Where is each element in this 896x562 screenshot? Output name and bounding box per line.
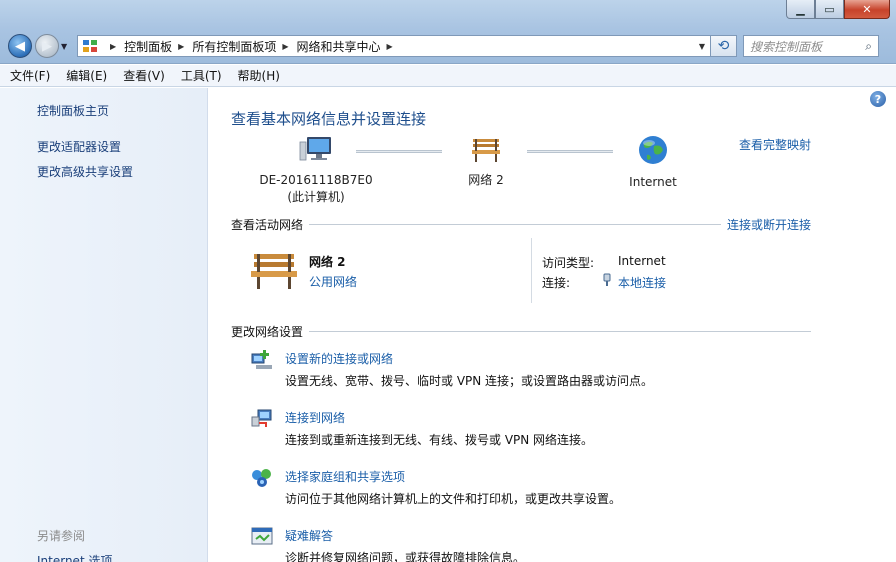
network-node[interactable]: 网络 2 (446, 134, 526, 189)
breadcrumb-label: 所有控制面板项 (192, 39, 277, 54)
chevron-right-icon: ▶ (282, 41, 289, 51)
task-troubleshoot-link[interactable]: 疑难解答 (285, 527, 333, 544)
menu-file[interactable]: 文件(F) (10, 67, 50, 84)
address-history-dropdown[interactable]: ▼ (694, 42, 710, 51)
network-type-link[interactable]: 公用网络 (309, 273, 357, 290)
help-icon[interactable]: ? (870, 91, 886, 107)
section-change-settings: 更改网络设置 (231, 323, 811, 340)
internet-node[interactable]: Internet (613, 134, 693, 191)
globe-icon (639, 136, 667, 164)
sidebar-link-adapter-settings[interactable]: 更改适配器设置 (37, 138, 121, 155)
connection-line (356, 150, 442, 153)
homegroup-icon (252, 469, 271, 487)
active-network-name: 网络 2 (309, 255, 346, 269)
connect-disconnect-link[interactable]: 连接或断开连接 (727, 216, 811, 233)
menu-bar: 文件(F) 编辑(E) 查看(V) 工具(T) 帮助(H) (0, 65, 896, 87)
breadcrumb-control-panel[interactable]: 控制面板 ▶ (124, 38, 192, 55)
sidebar-link-internet-options[interactable]: Internet 选项 (37, 552, 112, 562)
maximize-icon: ▭ (824, 2, 835, 16)
window-chrome: ▁ ▭ ✕ ◀ ▶ ▼ ▶ 控制面板 ▶ 所有控制面板项 ▶ 网络和共享中心 ▶… (0, 0, 896, 64)
arrow-left-icon: ◀ (15, 38, 25, 54)
main-content: ? 查看基本网络信息并设置连接 查看完整映射 DE-20161118B7E0 (… (208, 88, 896, 562)
access-type-label: 访问类型: (542, 256, 595, 270)
maximize-button[interactable]: ▭ (815, 0, 844, 19)
ethernet-icon (603, 273, 611, 286)
close-icon: ✕ (862, 2, 872, 16)
menu-edit[interactable]: 编辑(E) (66, 67, 107, 84)
chevron-down-icon: ▼ (61, 41, 68, 51)
back-button[interactable]: ◀ (8, 34, 32, 58)
connection-label: 连接: (542, 276, 571, 290)
control-panel-icon (83, 40, 97, 52)
address-bar[interactable]: ▶ 控制面板 ▶ 所有控制面板项 ▶ 网络和共享中心 ▶ ▼ (77, 35, 711, 57)
chevron-right-icon: ▶ (178, 41, 185, 51)
recent-pages-dropdown[interactable]: ▼ (61, 42, 71, 51)
computer-name: DE-20161118B7E0 (259, 173, 373, 187)
task-setup-connection-link[interactable]: 设置新的连接或网络 (285, 350, 393, 367)
chevron-right-icon: ▶ (110, 41, 117, 51)
breadcrumb-label: 控制面板 (124, 39, 173, 54)
computer-node: DE-20161118B7E0 (此计算机) (256, 134, 376, 206)
section-active-networks: 查看活动网络 (231, 216, 811, 233)
search-box[interactable]: 搜索控制面板 ⌕ (743, 35, 879, 57)
bench-icon (472, 139, 500, 162)
task-setup-connection-desc: 设置无线、宽带、拨号、临时或 VPN 连接；或设置路由器或访问点。 (285, 374, 654, 388)
sidebar-link-advanced-sharing[interactable]: 更改高级共享设置 (37, 163, 133, 180)
breadcrumb-network-center[interactable]: 网络和共享中心 ▶ (297, 38, 401, 55)
task-connect-network-desc: 连接到或重新连接到无线、有线、拨号或 VPN 网络连接。 (285, 433, 594, 447)
access-type-value: Internet (618, 254, 666, 268)
section-divider (309, 224, 721, 225)
close-button[interactable]: ✕ (844, 0, 890, 19)
caption-buttons: ▁ ▭ ✕ (786, 0, 890, 19)
arrow-right-icon: ▶ (42, 38, 52, 54)
section-title: 查看活动网络 (231, 218, 304, 232)
task-homegroup-desc: 访问位于其他网络计算机上的文件和打印机，或更改共享设置。 (285, 492, 622, 506)
left-pane: 控制面板主页 更改适配器设置 更改高级共享设置 另请参阅 Internet 选项 (0, 88, 208, 562)
connection-line (527, 150, 613, 153)
breadcrumb-all-items[interactable]: 所有控制面板项 ▶ (192, 38, 296, 55)
task-troubleshoot-desc: 诊断并修复网络问题，或获得故障排除信息。 (285, 551, 526, 562)
internet-node-label: Internet (629, 175, 677, 189)
breadcrumb-label: 网络和共享中心 (296, 39, 381, 54)
computer-sub-label: (此计算机) (287, 190, 345, 204)
connect-network-icon (251, 409, 272, 427)
menu-help[interactable]: 帮助(H) (238, 67, 280, 84)
chevron-right-icon: ▶ (386, 41, 393, 51)
navigation-row: ◀ ▶ ▼ ▶ 控制面板 ▶ 所有控制面板项 ▶ 网络和共享中心 ▶ ▼ ⟲ 搜… (8, 33, 888, 59)
vertical-divider (531, 238, 532, 303)
bench-icon (251, 254, 297, 289)
page-title: 查看基本网络信息并设置连接 (231, 110, 427, 128)
network-node-label: 网络 2 (468, 173, 504, 187)
task-homegroup-link[interactable]: 选择家庭组和共享选项 (285, 468, 405, 485)
see-also-header: 另请参阅 (37, 529, 86, 543)
sidebar-link-home[interactable]: 控制面板主页 (37, 102, 109, 119)
search-input[interactable]: 搜索控制面板 (750, 38, 822, 55)
section-divider (309, 331, 811, 332)
task-connect-network-link[interactable]: 连接到网络 (285, 409, 345, 426)
refresh-icon: ⟲ (717, 38, 730, 54)
computer-icon (299, 137, 331, 161)
section-title: 更改网络设置 (231, 325, 304, 339)
breadcrumb-separator-root[interactable]: ▶ (104, 42, 124, 51)
local-connection-link[interactable]: 本地连接 (618, 274, 666, 291)
minimize-button[interactable]: ▁ (786, 0, 815, 19)
search-icon[interactable]: ⌕ (865, 39, 872, 54)
troubleshoot-icon (251, 527, 273, 545)
minimize-icon: ▁ (796, 2, 805, 16)
refresh-button[interactable]: ⟲ (711, 35, 737, 57)
new-connection-icon (251, 350, 272, 369)
menu-view[interactable]: 查看(V) (123, 67, 165, 84)
view-full-map-link[interactable]: 查看完整映射 (739, 136, 811, 153)
menu-tools[interactable]: 工具(T) (181, 67, 222, 84)
forward-button[interactable]: ▶ (35, 34, 59, 58)
